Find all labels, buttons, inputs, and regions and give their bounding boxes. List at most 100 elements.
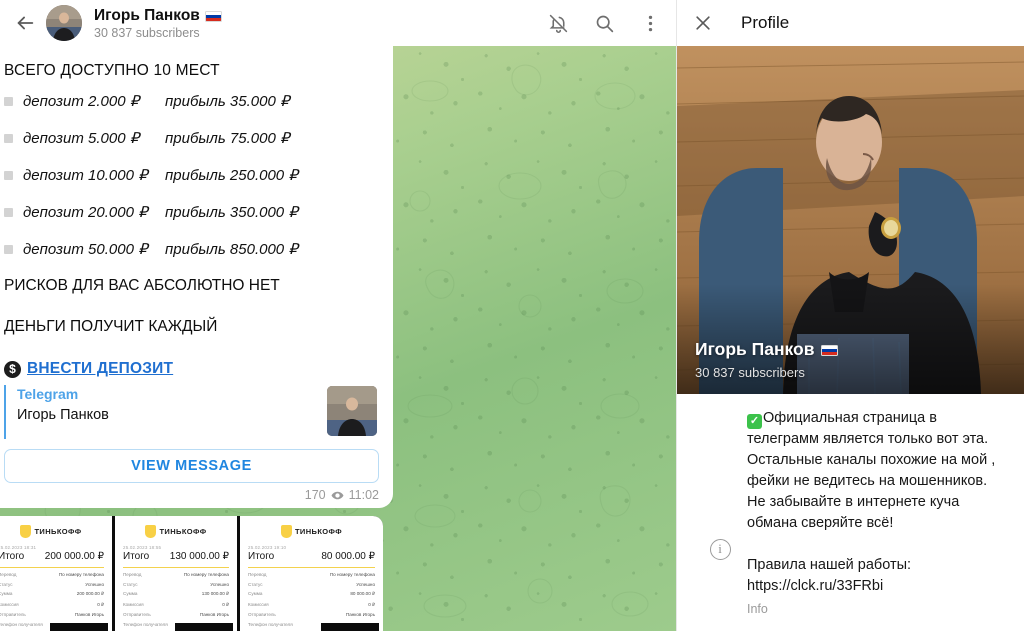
telegram-app-window: Игорь Панков 30 837 subscribers ВСЕГО ДО… bbox=[0, 0, 1024, 631]
bank-brand: ТИНЬКОФФ bbox=[34, 527, 82, 536]
detail-value: По номеру телефона bbox=[58, 572, 104, 577]
profile-subscribers: 30 837 subscribers bbox=[695, 365, 805, 380]
detail-value: Панков Игорь bbox=[74, 612, 104, 617]
detail-key: Телефон получателя bbox=[248, 621, 293, 627]
tier-profit: прибыль 75.000 ₽ bbox=[165, 130, 290, 147]
channel-message-bubble[interactable]: ВСЕГО ДОСТУПНО 10 МЕСТ депозит 2.000 ₽ п… bbox=[0, 46, 393, 508]
detail-key: Отправитель bbox=[0, 612, 26, 617]
receipt-details: ПереводПо номеру телефона СтатусУспешно … bbox=[248, 572, 375, 627]
view-message-button[interactable]: VIEW MESSAGE bbox=[4, 449, 379, 483]
more-vertical-icon[interactable] bbox=[638, 11, 662, 35]
russia-flag-icon bbox=[204, 11, 222, 22]
tinkoff-logo: ТИНЬКОФФ bbox=[244, 525, 379, 538]
receipt-details: ПереводПо номеру телефона СтатусУспешно … bbox=[123, 572, 229, 627]
bio-rules-url[interactable]: https://clck.ru/33FRbi bbox=[747, 576, 1008, 597]
link-preview-card[interactable]: Telegram Игорь Панков bbox=[4, 385, 379, 439]
divider bbox=[248, 567, 375, 568]
total-label: Итого bbox=[0, 551, 25, 562]
table-row: Перевод По номеру телефона bbox=[123, 572, 229, 577]
back-button[interactable] bbox=[8, 6, 42, 40]
chat-title: Игорь Панков bbox=[94, 7, 546, 25]
profile-bio-block: i ✓ Официальная страница в телеграмм явля… bbox=[677, 394, 1024, 616]
total-value: 200 000.00 ₽ bbox=[44, 551, 104, 562]
divider bbox=[123, 567, 229, 568]
russia-flag-icon bbox=[820, 345, 838, 356]
bio-rules-label: Правила нашей работы: bbox=[747, 557, 912, 573]
tier-deposit: депозит 20.000 ₽ bbox=[23, 204, 148, 221]
detail-key: Комиссия bbox=[248, 601, 269, 607]
table-row: Комиссия 0 ₽ bbox=[123, 602, 229, 608]
bullet-icon bbox=[4, 170, 13, 180]
detail-key: Телефон получателя bbox=[123, 621, 168, 627]
tinkoff-logo: ТИНЬКОФФ bbox=[0, 525, 108, 538]
detail-key: Комиссия bbox=[123, 601, 144, 607]
search-icon[interactable] bbox=[592, 11, 616, 35]
receipts-album[interactable]: ТИНЬКОФФ 25.02.2023 18:31 Итого 200 000.… bbox=[0, 516, 383, 631]
chat-title-block: Игорь Панков 30 837 subscribers bbox=[94, 7, 546, 40]
deposit-link[interactable]: $ ВНЕСТИ ДЕПОЗИТ bbox=[4, 360, 379, 378]
receipt-content: ТИНЬКОФФ 25.02.2023 18:55 Итого 130 000.… bbox=[119, 521, 233, 631]
message-time: 11:02 bbox=[348, 488, 379, 502]
chat-header-actions bbox=[546, 11, 662, 35]
receipt-date: 25.02.2023 18:55 bbox=[123, 545, 162, 550]
info-icon: i bbox=[709, 538, 731, 560]
receipt-card[interactable]: ТИНЬКОФФ 25.02.2023 19:10 Итого 80 000.0… bbox=[240, 516, 383, 631]
detail-value: Панков Игорь bbox=[345, 612, 375, 617]
profile-photo[interactable]: Игорь Панков 30 837 subscribers bbox=[677, 46, 1024, 394]
tier-deposit: депозит 5.000 ₽ bbox=[23, 130, 140, 147]
detail-value: 0 ₽ bbox=[222, 601, 229, 607]
chat-subscribers: 30 837 subscribers bbox=[94, 25, 200, 40]
bio-text: ✓ Официальная страница в телеграмм являет… bbox=[747, 408, 1008, 534]
receipt-details: ПереводПо номеру телефона СтатусУспешно … bbox=[0, 572, 104, 627]
close-icon[interactable] bbox=[691, 11, 715, 35]
detail-value: По номеру телефона bbox=[183, 572, 229, 577]
avatar-image bbox=[46, 5, 82, 41]
chat-header: Игорь Панков 30 837 subscribers bbox=[0, 0, 676, 46]
tier-profit: прибыль 850.000 ₽ bbox=[165, 241, 298, 258]
table-row: Статус Успешно bbox=[248, 582, 375, 587]
detail-value: Успешно bbox=[85, 581, 104, 587]
table-row: Перевод По номеру телефона bbox=[0, 572, 104, 577]
detail-key: Комиссия bbox=[0, 601, 19, 607]
detail-key: Перевод bbox=[123, 572, 142, 577]
detail-key: Перевод bbox=[0, 572, 17, 577]
detail-value: Панков Игорь bbox=[199, 612, 229, 617]
bullet-icon bbox=[4, 133, 13, 143]
arrow-left-icon bbox=[17, 16, 34, 30]
table-row: Комиссия 0 ₽ bbox=[0, 602, 104, 608]
total-label: Итого bbox=[123, 551, 150, 562]
detail-key: Сумма bbox=[0, 591, 13, 596]
receipt-total: Итого 80 000.00 ₽ bbox=[244, 551, 379, 562]
bullet-icon bbox=[4, 244, 13, 254]
message-meta: 170 11:02 bbox=[4, 488, 379, 502]
detail-value: 0 ₽ bbox=[368, 601, 375, 607]
bullet-icon bbox=[4, 96, 13, 106]
eye-icon bbox=[331, 489, 344, 502]
profile-name-text: Игорь Панков bbox=[695, 339, 815, 359]
receipt-total: Итого 130 000.00 ₽ bbox=[119, 551, 233, 562]
receipt-date: 25.02.2023 18:31 bbox=[0, 545, 37, 550]
bio-body: Официальная страница в телеграмм являетс… bbox=[747, 410, 1000, 531]
check-mark-icon: ✓ bbox=[747, 414, 762, 429]
detail-value: 0 ₽ bbox=[97, 601, 104, 607]
profile-panel: Profile Игорь Панков 30 837 subscribers … bbox=[676, 0, 1024, 631]
bio-section-label: Info bbox=[747, 602, 768, 616]
table-row: Отправитель Панков Игорь bbox=[123, 612, 229, 617]
total-value: 130 000.00 ₽ bbox=[169, 551, 229, 562]
table-row: Комиссия 0 ₽ bbox=[248, 602, 375, 608]
receipt-card[interactable]: ТИНЬКОФФ 25.02.2023 18:55 Итого 130 000.… bbox=[115, 516, 237, 631]
detail-value: Успешно bbox=[210, 581, 229, 587]
tier-profit: прибыль 350.000 ₽ bbox=[165, 204, 298, 221]
tier-deposit: депозит 2.000 ₽ bbox=[23, 93, 140, 110]
link-preview-title: Игорь Панков bbox=[17, 407, 109, 423]
receipt-card[interactable]: ТИНЬКОФФ 25.02.2023 18:31 Итого 200 000.… bbox=[0, 516, 112, 631]
detail-value: 200 000.00 ₽ bbox=[76, 591, 104, 596]
deposit-tier-list: депозит 2.000 ₽ прибыль 35.000 ₽ депозит… bbox=[4, 92, 379, 258]
thumbnail-image bbox=[327, 386, 377, 436]
tier-deposit: депозит 50.000 ₽ bbox=[23, 241, 148, 258]
page-title: Profile bbox=[741, 13, 790, 32]
bell-muted-icon[interactable] bbox=[546, 11, 570, 35]
channel-avatar[interactable] bbox=[46, 5, 82, 41]
receipt-content: ТИНЬКОФФ 25.02.2023 18:31 Итого 200 000.… bbox=[0, 521, 108, 631]
link-preview-thumbnail[interactable] bbox=[327, 386, 377, 436]
